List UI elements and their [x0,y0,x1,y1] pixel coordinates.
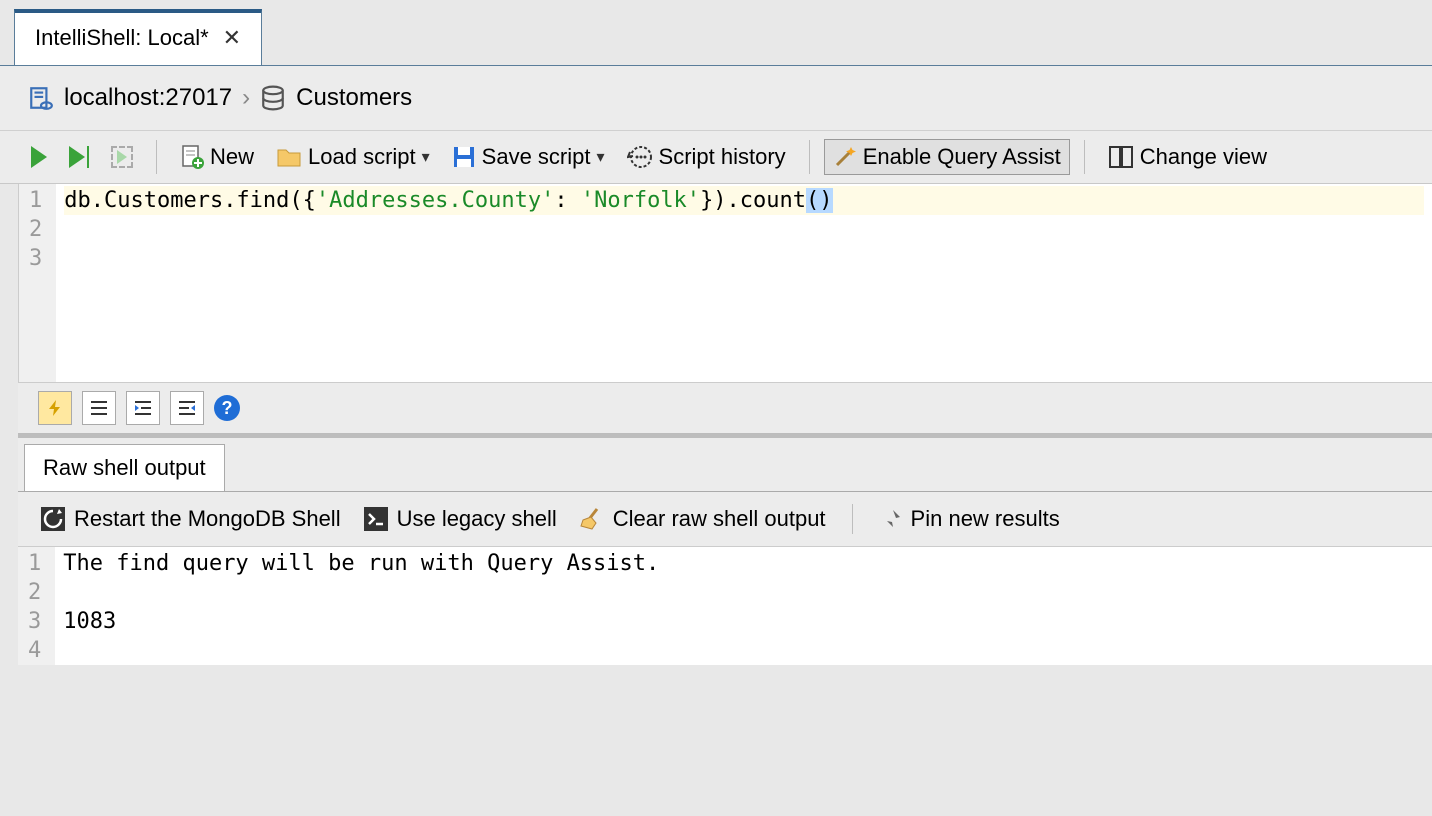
use-legacy-shell-button[interactable]: Use legacy shell [357,502,563,536]
pin-results-button[interactable]: Pin new results [873,502,1066,536]
output-code[interactable]: The find query will be run with Query As… [55,547,667,665]
dotted-box-icon [111,146,133,168]
script-history-button[interactable]: Script history [618,139,795,175]
separator [1084,140,1085,174]
pin-icon [879,507,903,531]
document-new-icon [180,144,204,170]
list-icon [89,398,109,418]
editor-gutter: 1 2 3 [19,184,56,382]
reformat-button[interactable] [38,391,72,425]
line-number: 2 [28,578,41,607]
output-toolbar: Restart the MongoDB Shell Use legacy she… [18,492,1432,547]
main-toolbar: New Load script ▾ Save script ▾ Script h… [0,131,1432,184]
breadcrumb-separator: › [242,84,250,112]
tab-intellishell[interactable]: IntelliShell: Local* ✕ [14,9,262,65]
output-line: The find query will be run with Query As… [63,549,659,578]
restart-shell-button[interactable]: Restart the MongoDB Shell [34,502,347,536]
restart-icon [40,506,66,532]
line-number: 2 [29,215,42,244]
new-label: New [210,144,254,170]
output-line [63,578,659,607]
enable-query-assist-button[interactable]: Enable Query Assist [824,139,1070,175]
code-text: : [554,188,581,213]
output-tab-raw[interactable]: Raw shell output [24,444,225,491]
legacy-label: Use legacy shell [397,506,557,532]
load-script-button[interactable]: Load script ▾ [267,139,439,175]
save-icon [452,145,476,169]
line-number: 4 [28,636,41,665]
close-icon[interactable]: ✕ [223,25,241,51]
breadcrumb-database[interactable]: Customers [296,84,412,112]
broom-icon [579,506,605,532]
columns-icon [1108,145,1134,169]
chevron-down-icon: ▾ [422,147,430,167]
list-button[interactable] [82,391,116,425]
new-button[interactable]: New [171,139,263,175]
wand-icon [833,145,857,169]
history-icon [627,144,653,170]
output-tab-label: Raw shell output [43,455,206,480]
change-view-label: Change view [1140,144,1267,170]
indent-right-icon [133,398,153,418]
separator [809,140,810,174]
database-icon [260,85,286,111]
save-script-button[interactable]: Save script ▾ [443,139,614,175]
indent-left-icon [177,398,197,418]
play-icon [117,150,127,164]
play-icon [31,146,47,168]
run-button[interactable] [22,141,56,173]
code-editor[interactable]: 1 2 3 db.Customers.find({'Addresses.Coun… [18,184,1432,382]
indent-left-button[interactable] [170,391,204,425]
bar-icon [87,146,89,168]
output-line [63,636,659,665]
save-script-label: Save script [482,144,591,170]
output-tabs: Raw shell output [18,438,1432,492]
editor-footer-toolbar: ? [18,382,1432,434]
clear-output-button[interactable]: Clear raw shell output [573,502,832,536]
load-script-label: Load script [308,144,416,170]
bolt-icon [45,398,65,418]
code-text: }).count [700,188,806,213]
editor-code[interactable]: db.Customers.find({'Addresses.County': '… [56,184,1432,382]
folder-icon [276,146,302,168]
breadcrumb: localhost:27017 › Customers [0,66,1432,131]
line-number: 1 [28,549,41,578]
code-parens: () [806,188,833,213]
code-string: 'Norfolk' [581,188,700,213]
script-history-label: Script history [659,144,786,170]
pin-label: Pin new results [911,506,1060,532]
play-icon [69,146,85,168]
line-number: 1 [29,186,42,215]
indent-right-button[interactable] [126,391,160,425]
help-button[interactable]: ? [214,395,240,421]
clear-label: Clear raw shell output [613,506,826,532]
output-gutter: 1 2 3 4 [18,547,55,665]
breadcrumb-host[interactable]: localhost:27017 [64,84,232,112]
run-selection-button[interactable] [102,141,142,173]
server-icon [28,85,54,111]
restart-label: Restart the MongoDB Shell [74,506,341,532]
tab-bar: IntelliShell: Local* ✕ [0,0,1432,66]
line-number: 3 [28,607,41,636]
output-line: 1083 [63,607,659,636]
tab-title: IntelliShell: Local* [35,25,209,51]
change-view-button[interactable]: Change view [1099,139,1276,175]
separator [156,140,157,174]
chevron-down-icon: ▾ [597,147,605,167]
enable-query-assist-label: Enable Query Assist [863,144,1061,170]
output-panel: Raw shell output Restart the MongoDB She… [18,434,1432,665]
output-body: 1 2 3 4 The find query will be run with … [18,547,1432,665]
separator [852,504,853,534]
code-text: db.Customers.find({ [64,188,316,213]
terminal-icon [363,506,389,532]
code-string: 'Addresses.County' [316,188,554,213]
line-number: 3 [29,244,42,273]
run-step-button[interactable] [60,141,98,173]
